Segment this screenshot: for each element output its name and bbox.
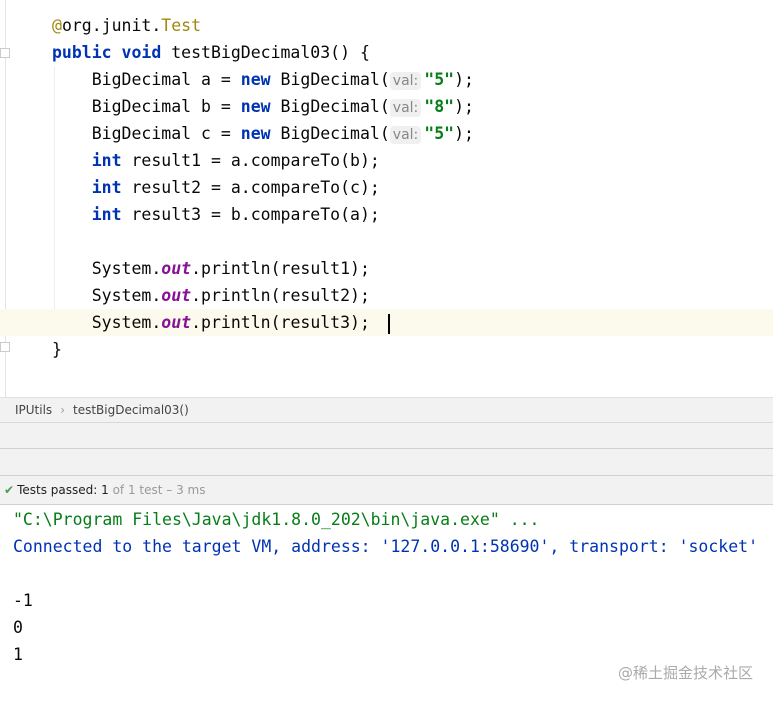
code-line: BigDecimal a = new BigDecimal(val: "5"); bbox=[91, 70, 474, 90]
text-caret bbox=[387, 313, 390, 334]
test-status-bar: ✔ Tests passed: 1 of 1 test – 3 ms bbox=[0, 476, 773, 505]
code-line: System.out.println(result1); bbox=[91, 259, 370, 278]
check-icon: ✔ bbox=[4, 483, 15, 497]
code-editor[interactable]: @org.junit.Test public void testBigDecim… bbox=[0, 0, 773, 397]
console-connected: Connected to the target VM, address: '12… bbox=[13, 537, 759, 556]
param-hint: val: bbox=[389, 99, 422, 117]
code-line: int result2 = a.compareTo(c); bbox=[91, 178, 380, 197]
tests-label: Tests passed: bbox=[17, 483, 98, 497]
code-line: BigDecimal b = new BigDecimal(val: "8"); bbox=[91, 97, 474, 117]
chevron-right-icon: › bbox=[60, 403, 65, 417]
breadcrumb-method[interactable]: testBigDecimal03() bbox=[73, 403, 189, 417]
toolbar-empty bbox=[0, 449, 773, 476]
code-line-annotation: @org.junit.Test bbox=[52, 16, 202, 35]
watermark: @稀土掘金技术社区 bbox=[617, 664, 753, 682]
console-blank bbox=[0, 560, 773, 587]
toolbar-empty bbox=[0, 423, 773, 449]
param-hint: val: bbox=[389, 72, 422, 90]
console-output[interactable]: "C:\Program Files\Java\jdk1.8.0_202\bin\… bbox=[0, 506, 773, 668]
code-line: int result3 = b.compareTo(a); bbox=[91, 205, 380, 224]
code-line-current: System.out.println(result3); bbox=[0, 309, 773, 336]
console-output-line: -1 bbox=[13, 591, 33, 610]
breadcrumb-class[interactable]: IPUtils bbox=[15, 403, 52, 417]
code-line: int result1 = a.compareTo(b); bbox=[91, 151, 380, 170]
console-command: "C:\Program Files\Java\jdk1.8.0_202\bin\… bbox=[13, 510, 540, 529]
console-output-line: 0 bbox=[13, 618, 23, 637]
code-line: BigDecimal c = new BigDecimal(val: "5"); bbox=[91, 124, 474, 144]
param-hint: val: bbox=[389, 126, 422, 144]
code-line-close: } bbox=[52, 340, 62, 359]
code-line: System.out.println(result2); bbox=[91, 286, 370, 305]
tests-detail: of 1 test – 3 ms bbox=[112, 483, 206, 497]
breadcrumb: IPUtils › testBigDecimal03() bbox=[0, 397, 773, 423]
code-line-method: public void testBigDecimal03() { bbox=[52, 43, 370, 62]
tests-count: 1 bbox=[101, 483, 109, 497]
